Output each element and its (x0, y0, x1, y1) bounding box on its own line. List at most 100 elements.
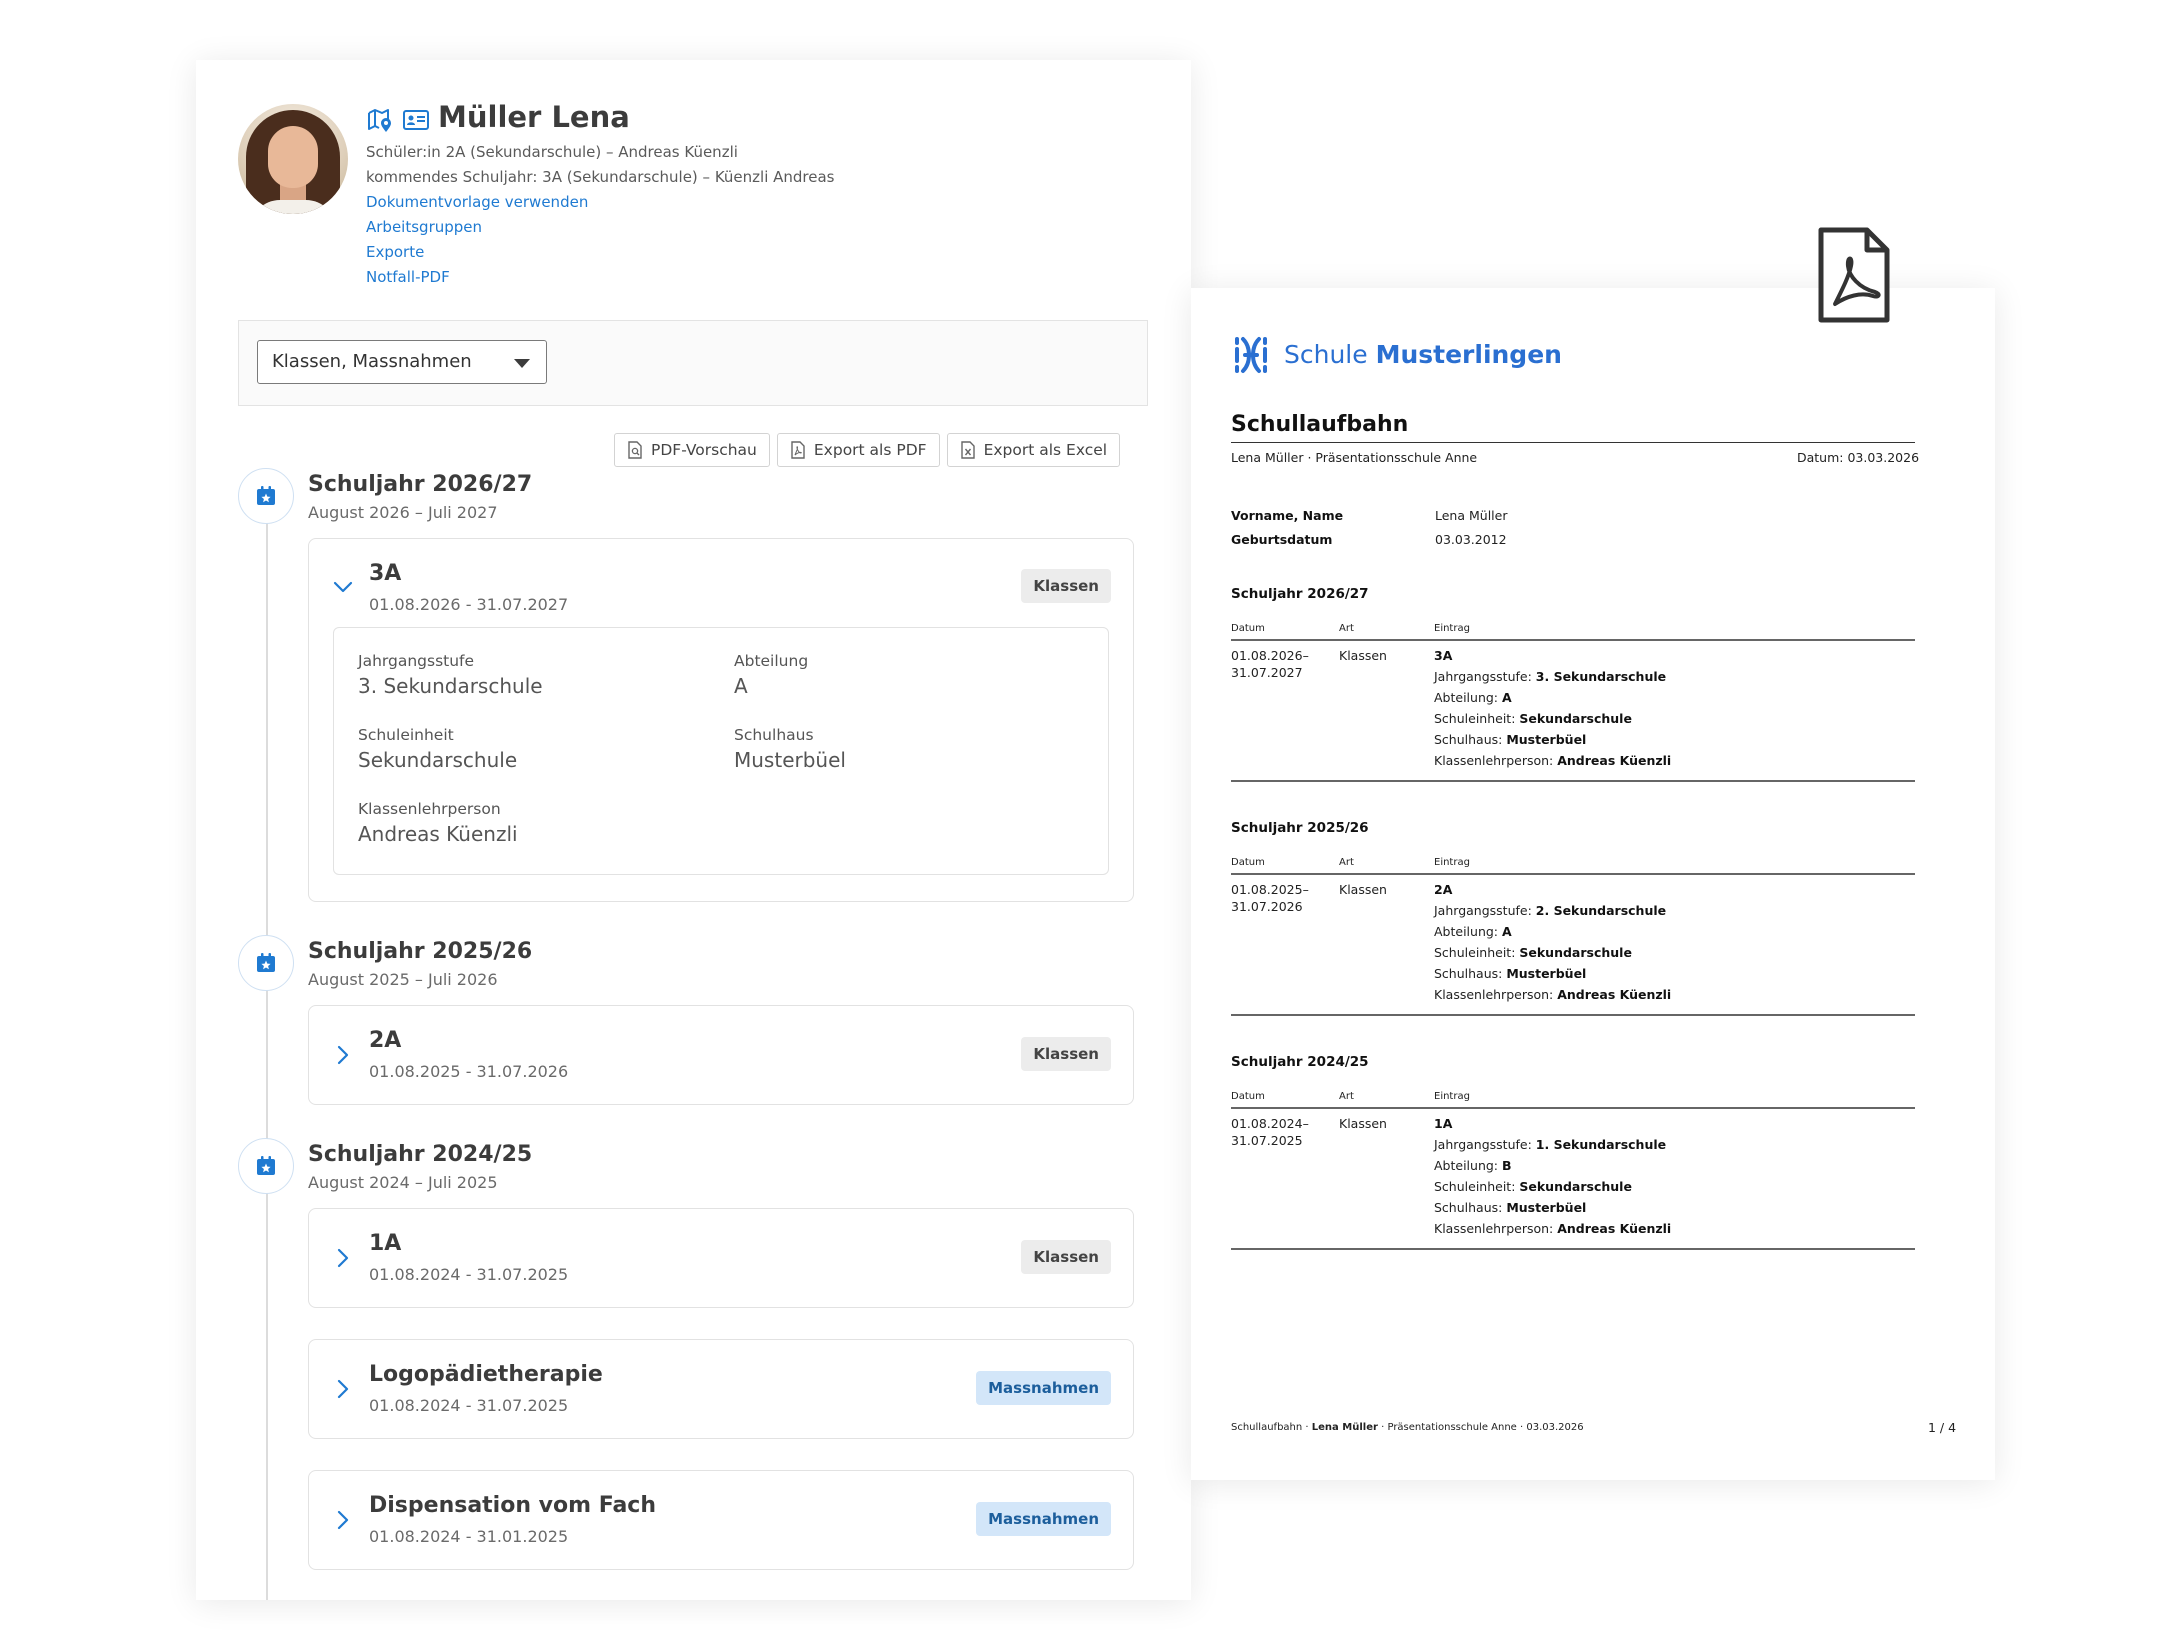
col-header-eintrag: Eintrag (1434, 1091, 1470, 1102)
card-title: 3A (369, 561, 402, 586)
class-card-2a[interactable]: 2A 01.08.2025 - 31.07.2026 Klassen (308, 1005, 1134, 1105)
detail-value: Andreas Küenzli (358, 822, 518, 846)
profile-icons (366, 106, 430, 134)
pdf-entry-line: Abteilung: A (1434, 924, 1512, 939)
pdf-entry-line: Abteilung: B (1434, 1158, 1512, 1173)
divider (1231, 1014, 1915, 1016)
col-header-datum: Datum (1231, 1091, 1265, 1102)
calendar-icon (238, 1138, 294, 1194)
class-card-3a[interactable]: 3A 01.08.2026 - 31.07.2027 Klassen Jahrg… (308, 538, 1134, 902)
card-dates: 01.08.2026 - 31.07.2027 (369, 595, 569, 614)
pdf-entry-line: Schuleinheit: Sekundarschule (1434, 1179, 1632, 1194)
chevron-down-icon[interactable] (331, 575, 355, 599)
link-exporte[interactable]: Exporte (366, 243, 424, 261)
col-header-art: Art (1339, 857, 1354, 868)
detail-label: Schulhaus (734, 726, 814, 744)
file-excel-icon (960, 441, 975, 459)
pdf-preview-page: Schule Musterlingen Schullaufbahn Lena M… (1191, 288, 1995, 1480)
chevron-right-icon[interactable] (331, 1508, 355, 1532)
school-year-range: August 2024 – Juli 2025 (308, 1173, 498, 1192)
pdf-entry-line: Schuleinheit: Sekundarschule (1434, 945, 1632, 960)
measure-card-logopaedie[interactable]: Logopädietherapie 01.08.2024 - 31.07.202… (308, 1339, 1134, 1439)
caret-down-icon (514, 359, 530, 368)
type-badge: Massnahmen (976, 1502, 1111, 1536)
current-class-info: Schüler:in 2A (Sekundarschule) – Andreas… (366, 143, 738, 161)
pdf-entry-line: Jahrgangsstufe: 3. Sekundarschule (1434, 669, 1667, 684)
detail-value: A (734, 674, 748, 698)
pdf-label: Vorname, Name (1231, 508, 1344, 523)
id-card-icon[interactable] (402, 106, 430, 134)
divider (1231, 442, 1915, 443)
detail-label: Schuleinheit (358, 726, 454, 744)
pdf-entry-line: Jahrgangsstufe: 2. Sekundarschule (1434, 903, 1667, 918)
pdf-class: 3A (1434, 648, 1453, 663)
pdf-entry-line: Jahrgangsstufe: 1. Sekundarschule (1434, 1137, 1667, 1152)
pdf-entry-line: Schuleinheit: Sekundarschule (1434, 711, 1632, 726)
avatar (238, 104, 348, 214)
divider (1231, 780, 1915, 782)
col-header-eintrag: Eintrag (1434, 623, 1470, 634)
measure-card-dispensation[interactable]: Dispensation vom Fach 01.08.2024 - 31.01… (308, 1470, 1134, 1570)
col-header-art: Art (1339, 1091, 1354, 1102)
link-dokumentvorlage[interactable]: Dokumentvorlage verwenden (366, 193, 588, 211)
pdf-file-icon (1818, 227, 1890, 323)
student-name: Müller Lena (438, 100, 630, 134)
school-year-title: Schuljahr 2025/26 (308, 939, 533, 964)
school-year-range: August 2026 – Juli 2027 (308, 503, 498, 522)
school-year-range: August 2025 – Juli 2026 (308, 970, 498, 989)
pdf-section-title: Schuljahr 2025/26 (1231, 820, 1369, 836)
category-filter-select[interactable]: Klassen, Massnahmen (257, 340, 547, 384)
school-year-title: Schuljahr 2026/27 (308, 472, 533, 497)
card-dates: 01.08.2024 - 31.07.2025 (369, 1396, 569, 1415)
pdf-subheader: Lena Müller · Präsentationsschule Anne (1231, 450, 1478, 465)
map-pin-icon[interactable] (366, 106, 394, 134)
class-details: Jahrgangsstufe 3. Sekundarschule Abteilu… (333, 627, 1109, 875)
pdf-date-from: 01.08.2026– (1231, 648, 1309, 663)
pdf-preview-button[interactable]: PDF-Vorschau (614, 433, 770, 467)
pdf-class: 2A (1434, 882, 1453, 897)
card-title: Logopädietherapie (369, 1362, 603, 1387)
divider (1231, 1107, 1915, 1109)
export-excel-button[interactable]: Export als Excel (946, 433, 1121, 467)
pdf-date-to: 31.07.2027 (1231, 665, 1303, 680)
divider (1231, 639, 1915, 641)
pdf-footer: Schullaufbahn · Lena Müller · Präsentati… (1231, 1422, 1584, 1433)
pdf-date-from: 01.08.2025– (1231, 882, 1309, 897)
class-card-1a[interactable]: 1A 01.08.2024 - 31.07.2025 Klassen (308, 1208, 1134, 1308)
detail-label: Abteilung (734, 652, 809, 670)
pdf-art: Klassen (1339, 882, 1387, 897)
chevron-right-icon[interactable] (331, 1043, 355, 1067)
pdf-page-number: 1 / 4 (1928, 1420, 1957, 1435)
type-badge: Klassen (1021, 1037, 1111, 1071)
card-title: 2A (369, 1028, 402, 1053)
pdf-date-to: 31.07.2025 (1231, 1133, 1303, 1148)
type-badge: Klassen (1021, 569, 1111, 603)
link-notfall-pdf[interactable]: Notfall-PDF (366, 268, 450, 286)
timeline-line (266, 470, 268, 1600)
pdf-date-from: 01.08.2024– (1231, 1116, 1309, 1131)
school-logo-text: Schule Musterlingen (1284, 340, 1562, 369)
link-arbeitsgruppen[interactable]: Arbeitsgruppen (366, 218, 482, 236)
pdf-entry-line: Abteilung: A (1434, 690, 1512, 705)
card-dates: 01.08.2024 - 31.01.2025 (369, 1527, 569, 1546)
file-pdf-icon (791, 441, 805, 459)
pdf-art: Klassen (1339, 648, 1387, 663)
chevron-right-icon[interactable] (331, 1377, 355, 1401)
pdf-entry-line: Schulhaus: Musterbüel (1434, 966, 1587, 981)
card-title: 1A (369, 1231, 402, 1256)
school-year-title: Schuljahr 2024/25 (308, 1142, 533, 1167)
detail-label: Klassenlehrperson (358, 800, 501, 818)
pdf-entry-line: Schulhaus: Musterbüel (1434, 732, 1587, 747)
chevron-right-icon[interactable] (331, 1246, 355, 1270)
pdf-value: 03.03.2012 (1435, 532, 1507, 547)
filter-bar: Klassen, Massnahmen (238, 320, 1148, 406)
pdf-date: Datum: 03.03.2026 (1797, 450, 1920, 465)
export-toolbar: PDF-Vorschau Export als PDF Export als E… (614, 433, 1121, 467)
export-pdf-button[interactable]: Export als PDF (776, 433, 940, 467)
student-profile-panel: Müller Lena Schüler:in 2A (Sekundarschul… (196, 60, 1191, 1600)
pdf-label: Geburtsdatum (1231, 532, 1333, 547)
pdf-entry-line: Klassenlehrperson: Andreas Küenzli (1434, 987, 1672, 1002)
pdf-title: Schullaufbahn (1231, 412, 1409, 437)
col-header-datum: Datum (1231, 623, 1265, 634)
detail-value: 3. Sekundarschule (358, 674, 543, 698)
